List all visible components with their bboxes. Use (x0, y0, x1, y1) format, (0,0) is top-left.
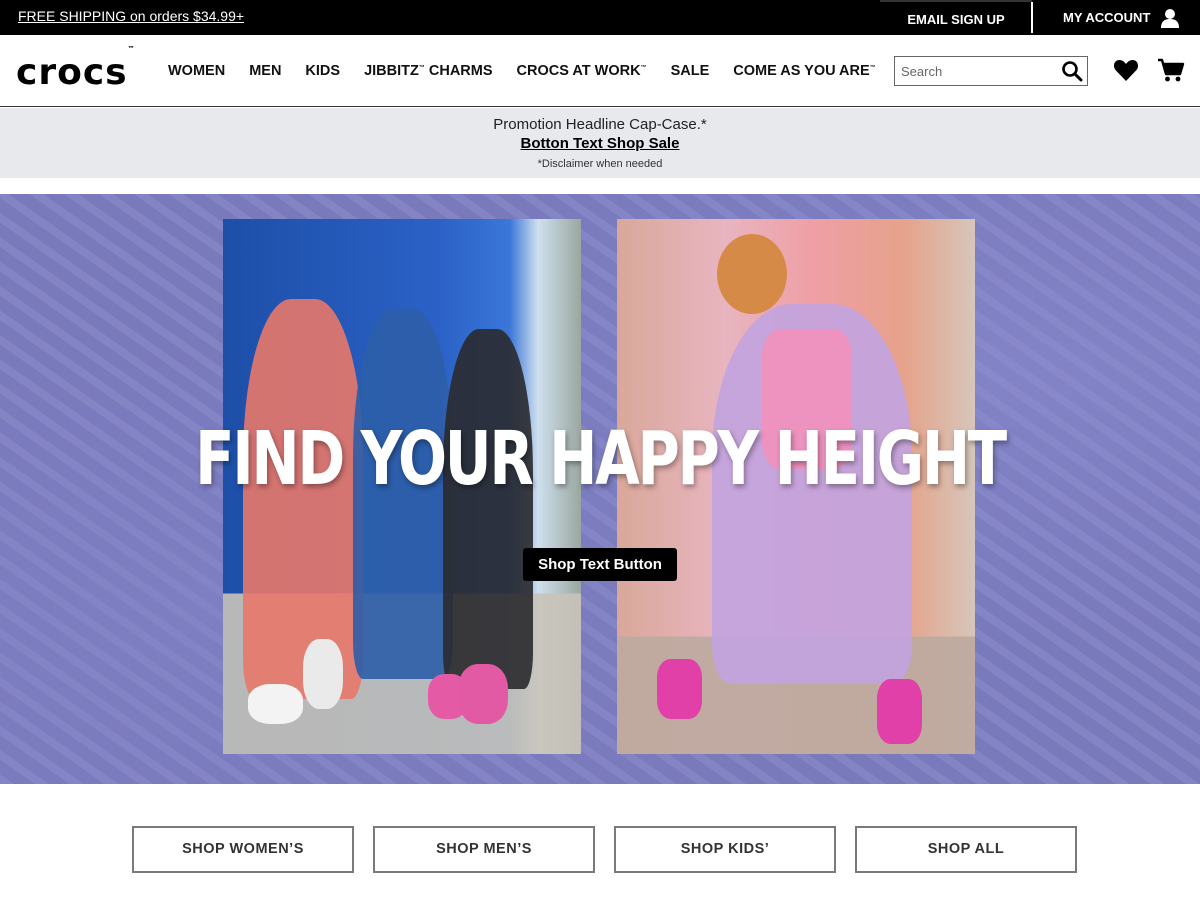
person-head (717, 234, 787, 314)
nav-link-label: KIDS (305, 63, 341, 79)
promo-shop-sale-link[interactable]: Botton Text Shop Sale (0, 135, 1200, 152)
clog-shoe (458, 664, 508, 724)
shop-category-buttons: SHOP WOMEN’S SHOP MEN’S SHOP KIDS’ SHOP … (0, 826, 1200, 873)
clog-shoe (303, 639, 343, 709)
nav-links: WOMEN MEN KIDS JIBBITZ™ CHARMS CROCS AT … (168, 35, 900, 107)
nav-link-men[interactable]: MEN (249, 63, 281, 79)
nav-link-label: MEN (249, 63, 282, 79)
shop-mens-button[interactable]: SHOP MEN’S (373, 826, 595, 873)
user-icon (1161, 8, 1180, 28)
my-account-link[interactable]: MY ACCOUNT (1050, 0, 1180, 35)
clog-shoe (248, 684, 303, 724)
boot-shoe (877, 679, 922, 744)
nav-link-jibbitz-charms[interactable]: JIBBITZ™ CHARMS (364, 63, 492, 79)
nav-link-crocs-at-work[interactable]: CROCS AT WORK™ (517, 63, 647, 79)
hero-banner: FIND YOUR HAPPY HEIGHT Shop Text Button (0, 194, 1200, 784)
nav-link-label: CROCS AT WORK (516, 63, 641, 79)
cart-icon[interactable] (1157, 57, 1185, 83)
my-account-label: MY ACCOUNT (1063, 10, 1151, 25)
promo-headline: Promotion Headline Cap-Case.* (493, 116, 707, 133)
shop-kids-button[interactable]: SHOP KIDS’ (614, 826, 836, 873)
nav-link-tm: ™ (640, 65, 647, 72)
logo-tm: ™ (127, 45, 135, 53)
search-input[interactable] (895, 57, 1055, 85)
nav-link-label: SALE (670, 63, 710, 79)
promo-disclaimer: *Disclaimer when needed (537, 158, 663, 170)
nav-link-suffix: CHARMS (424, 63, 493, 79)
crocs-logo[interactable]: crocs™ (16, 45, 135, 95)
hero-shop-button[interactable]: Shop Text Button (523, 548, 677, 581)
nav-link-women[interactable]: WOMEN (168, 63, 225, 79)
divider (1031, 2, 1033, 33)
nav-link-label: WOMEN (168, 63, 226, 79)
shop-all-button[interactable]: SHOP ALL (855, 826, 1077, 873)
nav-link-label: COME AS YOU ARE (733, 63, 870, 79)
boot-shoe (657, 659, 702, 719)
main-nav: crocs™ WOMEN MEN KIDS JIBBITZ™ CHARMS CR… (0, 35, 1200, 107)
promo-banner: Promotion Headline Cap-Case.* Botton Tex… (0, 108, 1200, 178)
nav-link-come-as-you-are[interactable]: COME AS YOU ARE™ (733, 63, 875, 79)
utility-bar: FREE SHIPPING on orders $34.99+ EMAIL SI… (0, 0, 1200, 35)
hero-headline: FIND YOUR HAPPY HEIGHT (195, 416, 1007, 502)
search-box (894, 56, 1088, 86)
person-figure (443, 329, 533, 689)
nav-link-tm: ™ (869, 65, 876, 72)
email-signup-link[interactable]: EMAIL SIGN UP (880, 0, 1032, 35)
shop-womens-button[interactable]: SHOP WOMEN’S (132, 826, 354, 873)
nav-link-kids[interactable]: KIDS (305, 63, 340, 79)
logo-text: crocs (16, 52, 128, 93)
heart-icon[interactable] (1113, 58, 1139, 82)
search-icon[interactable] (1061, 60, 1083, 82)
free-shipping-link[interactable]: FREE SHIPPING on orders $34.99+ (18, 8, 244, 24)
nav-link-label: JIBBITZ (364, 63, 419, 79)
nav-link-sale[interactable]: SALE (671, 63, 710, 79)
